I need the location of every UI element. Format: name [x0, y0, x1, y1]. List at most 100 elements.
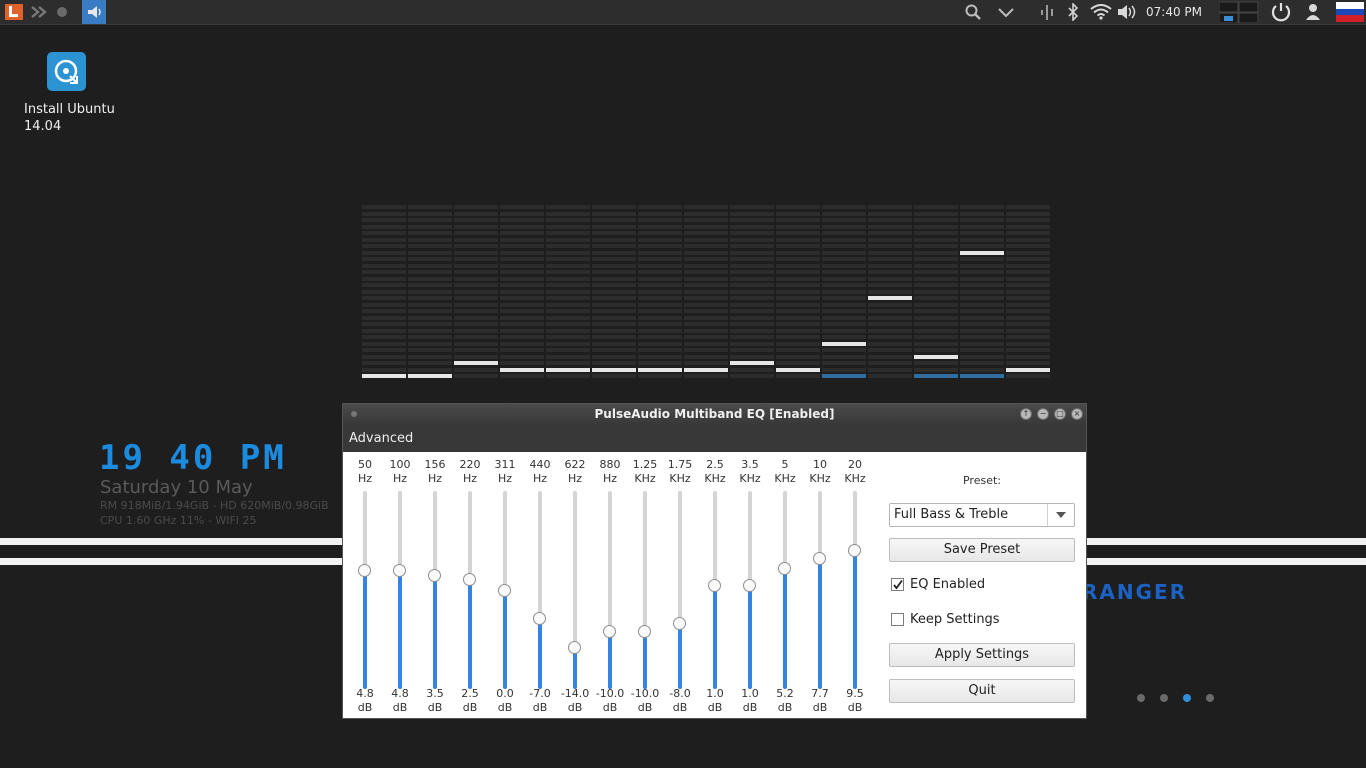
- bluetooth-icon[interactable]: [1064, 0, 1082, 24]
- band-slider-knob[interactable]: [673, 616, 686, 630]
- keep-settings-row[interactable]: Keep Settings: [891, 609, 1000, 629]
- visualizer-segment: [960, 231, 1004, 235]
- visualizer-peak: [408, 374, 452, 378]
- band-slider-knob[interactable]: [428, 569, 441, 583]
- visualizer-segment: [776, 315, 820, 320]
- panel-clock[interactable]: 07:40 PM: [1146, 0, 1202, 24]
- visualizer-segment: [684, 302, 728, 307]
- band-slider-fill: [748, 585, 752, 689]
- band-slider-knob[interactable]: [358, 563, 371, 577]
- visualizer-segment: [960, 237, 1004, 242]
- band-slider-knob[interactable]: [638, 624, 651, 638]
- band-slider-knob[interactable]: [533, 612, 546, 626]
- eq-band: 156 Hz 3.5 dB: [420, 458, 450, 716]
- window-up-icon[interactable]: ↑: [1020, 408, 1032, 420]
- band-frequency-unit: Hz: [602, 472, 618, 485]
- visualizer-segment: [1006, 205, 1050, 209]
- band-slider-knob[interactable]: [743, 579, 756, 593]
- maximize-icon[interactable]: □: [1054, 408, 1066, 420]
- visualizer-segment: [960, 289, 1004, 294]
- visualizer-segment: [546, 315, 590, 320]
- eq-enabled-checkbox[interactable]: [891, 577, 904, 591]
- band-frequency-unit: Hz: [567, 472, 583, 485]
- visualizer-segment: [500, 257, 544, 261]
- desktop-icon-label[interactable]: Install Ubuntu 14.04: [24, 101, 134, 135]
- band-slider-knob[interactable]: [463, 573, 476, 587]
- chevron-down-icon[interactable]: [995, 0, 1017, 24]
- band-frequency-unit: KHz: [669, 472, 691, 485]
- eq-enabled-row[interactable]: EQ Enabled: [891, 574, 985, 594]
- band-slider-knob[interactable]: [568, 641, 581, 655]
- band-slider-knob[interactable]: [498, 583, 511, 597]
- app-menu-icon[interactable]: [3, 0, 25, 24]
- pager-dot[interactable]: [1160, 694, 1168, 702]
- visualizer-segment: [730, 309, 774, 313]
- pager-dot-active[interactable]: [1183, 694, 1191, 702]
- band-slider-knob[interactable]: [848, 544, 861, 558]
- visualizer-segment: [500, 335, 544, 339]
- visualizer-segment: [592, 237, 636, 242]
- pulseaudio-app-icon[interactable]: [82, 0, 106, 24]
- visualizer-segment: [362, 218, 406, 222]
- visualizer-segment: [730, 354, 774, 359]
- window-titlebar[interactable]: PulseAudio Multiband EQ [Enabled] ↑ − □ …: [343, 404, 1086, 425]
- preset-select[interactable]: Full Bass & Treble: [889, 503, 1075, 527]
- visualizer-segment: [454, 354, 498, 359]
- visualizer-segment: [592, 211, 636, 216]
- quit-button[interactable]: Quit: [889, 679, 1075, 703]
- forward-icon[interactable]: [28, 0, 50, 24]
- visualizer-segment: [638, 211, 682, 216]
- volume-icon[interactable]: [1116, 0, 1138, 24]
- visualizer-segment: [914, 328, 958, 333]
- visualizer-segment: [684, 354, 728, 359]
- save-preset-button[interactable]: Save Preset: [889, 538, 1075, 562]
- visualizer-segment: [868, 218, 912, 222]
- visualizer-column: [776, 205, 820, 381]
- pager-dot[interactable]: [1206, 694, 1214, 702]
- russian-flag-icon[interactable]: [1336, 0, 1364, 24]
- visualizer-segment: [362, 289, 406, 294]
- menu-advanced[interactable]: Advanced: [349, 425, 413, 452]
- pager-dot[interactable]: [1137, 694, 1145, 702]
- visualizer-segment: [638, 315, 682, 320]
- band-gain-label: 9.5 dB: [834, 687, 876, 715]
- visualizer-segment: [730, 257, 774, 261]
- workspace-switcher-icon[interactable]: [1219, 0, 1259, 24]
- minimize-icon[interactable]: −: [1037, 408, 1049, 420]
- visualizer-segment: [592, 244, 636, 248]
- band-slider-knob[interactable]: [708, 579, 721, 593]
- close-icon[interactable]: ×: [1071, 408, 1083, 420]
- record-icon[interactable]: [54, 0, 70, 24]
- install-ubuntu-desktop-icon[interactable]: [47, 52, 86, 91]
- visualizer-segment: [408, 263, 452, 268]
- visualizer-segment: [500, 276, 544, 281]
- visualizer-segment: [1006, 361, 1050, 365]
- band-slider-knob[interactable]: [778, 562, 791, 576]
- band-frequency-value: 3.5: [741, 458, 759, 471]
- band-frequency-value: 156: [424, 458, 446, 471]
- eq-band: 1.25 KHz -10.0 dB: [630, 458, 660, 716]
- apply-settings-button[interactable]: Apply Settings: [889, 643, 1075, 667]
- dropdown-arrow-icon[interactable]: [1047, 504, 1074, 526]
- eq-band: 20 KHz 9.5 dB: [840, 458, 870, 716]
- visualizer-segment: [822, 244, 866, 248]
- eq-band: 880 Hz -10.0 dB: [595, 458, 625, 716]
- visualizer-segment: [776, 237, 820, 242]
- visualizer-segment: [684, 244, 728, 248]
- preset-value: Full Bass & Treble: [894, 507, 1009, 522]
- wifi-icon[interactable]: [1089, 0, 1113, 24]
- user-icon[interactable]: [1302, 0, 1324, 24]
- band-slider-knob[interactable]: [603, 624, 616, 638]
- band-slider-knob[interactable]: [813, 551, 826, 565]
- visualizer-segment: [408, 302, 452, 307]
- keep-settings-checkbox[interactable]: [891, 612, 904, 626]
- audio-levels-icon[interactable]: [1038, 0, 1058, 24]
- search-icon[interactable]: [963, 0, 983, 24]
- band-slider-knob[interactable]: [393, 563, 406, 577]
- visualizer-segment: [776, 263, 820, 268]
- power-icon[interactable]: [1268, 0, 1294, 24]
- visualizer-segment: [914, 257, 958, 261]
- visualizer-segment: [546, 276, 590, 281]
- visualizer-segment: [868, 231, 912, 235]
- visualizer-segment: [1006, 224, 1050, 229]
